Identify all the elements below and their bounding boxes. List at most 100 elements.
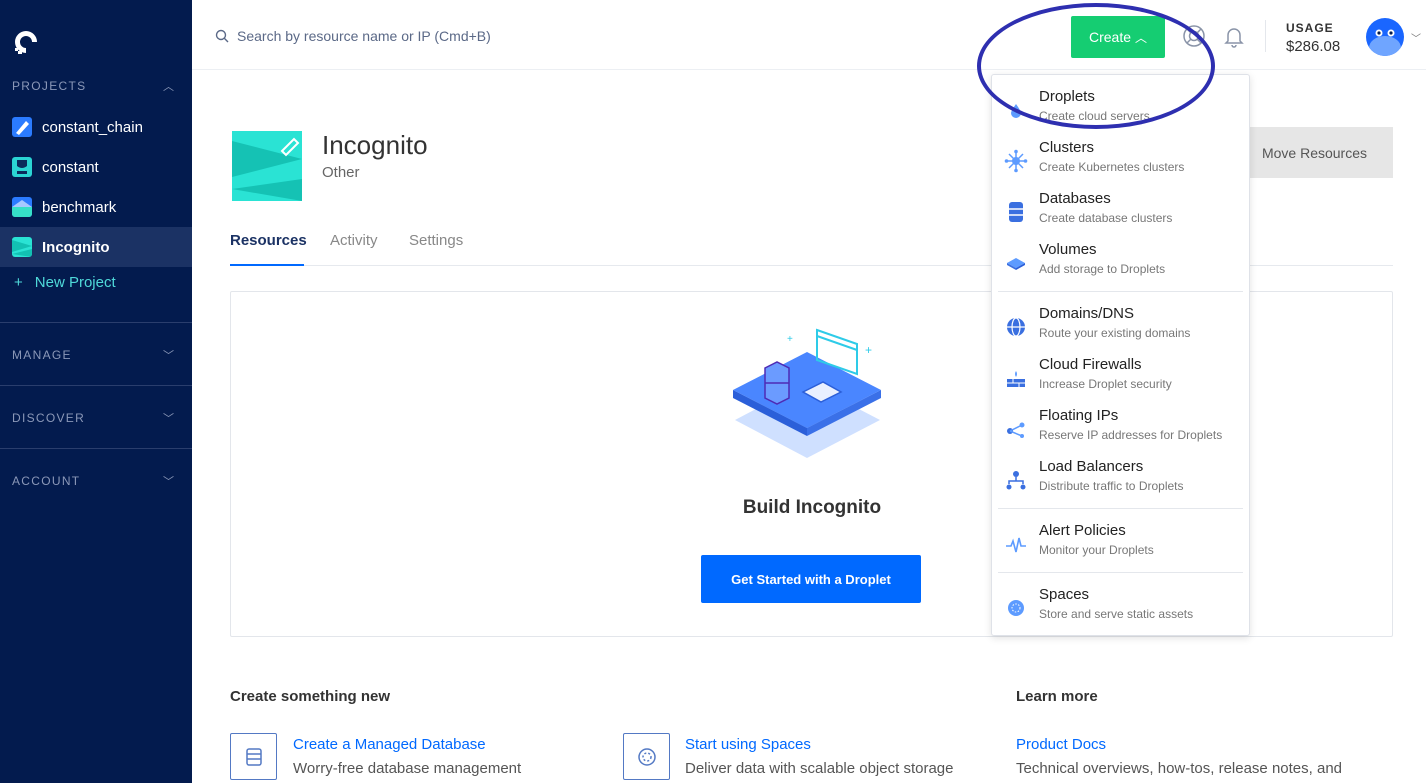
chevron-down-icon[interactable]: ﹀ [163, 410, 174, 426]
account-header[interactable]: ACCOUNT [12, 474, 80, 488]
spaces-icon [1008, 600, 1024, 616]
project-icon [12, 197, 32, 217]
menu-divider [998, 508, 1243, 509]
bell-icon[interactable] [1222, 24, 1246, 48]
project-icon [12, 237, 32, 257]
search-input[interactable]: Search by resource name or IP (Cmd+B) [237, 28, 491, 44]
menu-item-desc: Store and serve static assets [1039, 607, 1194, 621]
plus-icon: + [14, 274, 23, 291]
start-using-spaces-link[interactable]: Start using Spaces [685, 736, 811, 753]
volume-icon [1007, 258, 1025, 270]
droplet-illustration-icon: + + [733, 328, 881, 458]
menu-item-title: Floating IPs [1039, 407, 1119, 424]
create-button[interactable]: Create ︿ [1071, 16, 1165, 58]
help-icon[interactable] [1182, 24, 1206, 48]
sidebar-divider [0, 385, 192, 386]
digitalocean-logo[interactable] [11, 27, 41, 57]
menu-item-title: Clusters [1039, 139, 1095, 156]
sidebar-project-label: benchmark [42, 198, 117, 216]
create-something-new-title: Create something new [230, 688, 391, 705]
menu-item-desc: Create Kubernetes clusters [1039, 160, 1185, 174]
project-purpose: Other [322, 164, 360, 181]
sidebar: PROJECTS ︿ constant_chain constant bench… [0, 0, 192, 783]
usage-label: USAGE [1286, 21, 1334, 35]
menu-item-title: Droplets [1039, 88, 1095, 105]
tab-settings[interactable]: Settings [409, 232, 463, 249]
chevron-up-icon: ︿ [1135, 30, 1148, 45]
menu-item-title: Domains/DNS [1039, 305, 1135, 322]
new-project-link[interactable]: + New Project [14, 274, 116, 291]
floating-ip-icon [1007, 422, 1025, 438]
spaces-card-icon[interactable] [623, 733, 670, 780]
menu-item-domains-dns[interactable]: Domains/DNS Route your existing domains [992, 305, 1249, 353]
sidebar-divider [0, 322, 192, 323]
sidebar-project-label: constant_chain [42, 118, 143, 136]
sidebar-divider [0, 448, 192, 449]
menu-item-desc: Create database clusters [1039, 211, 1173, 225]
project-avatar [232, 131, 302, 201]
database-card-icon[interactable] [230, 733, 277, 780]
sidebar-project-benchmark[interactable]: benchmark [0, 187, 192, 227]
tab-activity[interactable]: Activity [330, 232, 378, 249]
menu-item-desc: Distribute traffic to Droplets [1039, 479, 1184, 493]
menu-item-desc: Route your existing domains [1039, 326, 1191, 340]
svg-text:+: + [787, 334, 793, 345]
menu-item-spaces[interactable]: Spaces Store and serve static assets [992, 586, 1249, 634]
top-header: Search by resource name or IP (Cmd+B) Cr… [192, 0, 1426, 70]
search-icon [215, 29, 229, 43]
menu-item-cloud-firewalls[interactable]: Cloud Firewalls Increase Droplet securit… [992, 356, 1249, 404]
manage-header[interactable]: MANAGE [12, 348, 72, 362]
product-docs-link[interactable]: Product Docs [1016, 736, 1106, 753]
menu-item-desc: Reserve IP addresses for Droplets [1039, 428, 1223, 442]
header-divider [1265, 20, 1266, 52]
sidebar-project-label: constant [42, 158, 99, 176]
discover-header[interactable]: DISCOVER [12, 411, 85, 425]
chevron-down-icon[interactable]: ﹀ [163, 347, 174, 363]
menu-item-desc: Create cloud servers [1039, 109, 1150, 123]
menu-item-desc: Monitor your Droplets [1039, 543, 1154, 557]
menu-item-alert-policies[interactable]: Alert Policies Monitor your Droplets [992, 522, 1249, 570]
menu-item-droplets[interactable]: Droplets Create cloud servers [992, 88, 1249, 136]
start-using-spaces-desc: Deliver data with scalable object storag… [685, 760, 954, 777]
menu-item-floating-ips[interactable]: Floating IPs Reserve IP addresses for Dr… [992, 407, 1249, 455]
load-balancer-icon [1006, 471, 1026, 490]
chevron-down-icon[interactable]: ﹀ [163, 473, 174, 489]
create-managed-database-desc: Worry-free database management [293, 760, 522, 777]
menu-item-load-balancers[interactable]: Load Balancers Distribute traffic to Dro… [992, 458, 1249, 506]
sidebar-project-incognito[interactable]: Incognito [0, 227, 192, 267]
sidebar-project-constant-chain[interactable]: constant_chain [0, 107, 192, 147]
app: PROJECTS ︿ constant_chain constant bench… [0, 0, 1426, 783]
menu-item-title: Spaces [1039, 586, 1090, 603]
move-resources-button[interactable]: Move Resources [1236, 127, 1393, 178]
sidebar-project-constant[interactable]: constant [0, 147, 192, 187]
menu-item-desc: Increase Droplet security [1039, 377, 1172, 391]
sidebar-project-label: Incognito [42, 238, 110, 256]
droplet-icon [1011, 104, 1021, 118]
empty-state-title: Build Incognito [742, 497, 882, 518]
new-project-label: New Project [34, 274, 116, 291]
active-tab-indicator [230, 264, 304, 266]
avatar[interactable] [1366, 18, 1404, 56]
project-icon [12, 157, 32, 177]
globe-icon [1007, 317, 1025, 337]
project-icon [12, 117, 32, 137]
create-managed-database-link[interactable]: Create a Managed Database [293, 736, 486, 753]
menu-item-volumes[interactable]: Volumes Add storage to Droplets [992, 241, 1249, 289]
kubernetes-icon [1004, 149, 1028, 173]
menu-item-title: Load Balancers [1039, 458, 1144, 475]
chevron-up-icon[interactable]: ︿ [163, 78, 174, 94]
menu-item-title: Alert Policies [1039, 522, 1126, 539]
menu-item-databases[interactable]: Databases Create database clusters [992, 190, 1249, 238]
create-dropdown-menu: Droplets Create cloud servers Clusters C… [991, 74, 1250, 636]
menu-item-title: Volumes [1039, 241, 1097, 258]
get-started-droplet-button[interactable]: Get Started with a Droplet [701, 555, 921, 603]
menu-item-desc: Add storage to Droplets [1039, 262, 1166, 276]
projects-header[interactable]: PROJECTS [12, 79, 86, 93]
menu-item-title: Cloud Firewalls [1039, 356, 1142, 373]
menu-item-title: Databases [1039, 190, 1111, 207]
menu-item-clusters[interactable]: Clusters Create Kubernetes clusters [992, 139, 1249, 187]
tab-resources[interactable]: Resources [230, 232, 307, 249]
chevron-down-icon[interactable]: ﹀ [1411, 30, 1421, 45]
learn-more-title: Learn more [1016, 688, 1098, 705]
usage-value[interactable]: $286.08 [1286, 38, 1340, 55]
